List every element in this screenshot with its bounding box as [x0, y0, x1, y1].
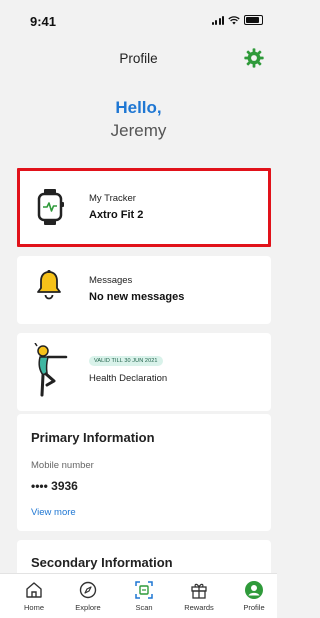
view-more-link[interactable]: View more [31, 507, 76, 518]
battery-icon [244, 15, 263, 25]
messages-label: Messages [89, 275, 133, 286]
greeting: Hello, Jeremy [0, 98, 277, 141]
profile-icon [245, 581, 263, 599]
primary-info-title: Primary Information [31, 430, 155, 445]
status-bar: 9:41 [0, 0, 277, 36]
scan-icon [135, 581, 153, 599]
nav-profile[interactable]: Profile [229, 580, 279, 612]
page-title: Profile [119, 51, 158, 66]
status-icons [211, 15, 263, 25]
health-declaration-card[interactable]: VALID TILL 30 JUN 2021 Health Declaratio… [17, 333, 271, 411]
tracker-highlight-frame [17, 168, 271, 247]
secondary-info-title: Secondary Information [31, 555, 173, 570]
gift-icon [191, 583, 207, 599]
primary-information-card: Primary Information Mobile number •••• 3… [17, 414, 271, 531]
mobile-number-value: •••• 3936 [31, 479, 78, 493]
health-label: Health Declaration [89, 373, 168, 384]
greeting-name: Jeremy [110, 121, 167, 140]
settings-gear-icon[interactable] [243, 47, 265, 69]
messages-value: No new messages [89, 291, 185, 303]
bell-icon [37, 270, 61, 300]
nav-explore-label: Explore [75, 603, 101, 612]
health-figure-icon [34, 343, 68, 397]
nav-rewards[interactable]: Rewards [174, 580, 224, 612]
nav-profile-label: Profile [243, 603, 265, 612]
status-time: 9:41 [30, 14, 57, 29]
wifi-icon [228, 15, 240, 24]
nav-scan-label: Scan [135, 603, 153, 612]
mobile-number-label: Mobile number [31, 460, 94, 471]
health-validity-badge: VALID TILL 30 JUN 2021 [89, 356, 163, 366]
compass-icon [79, 581, 97, 599]
nav-rewards-label: Rewards [184, 603, 214, 612]
greeting-hello: Hello, [115, 98, 162, 117]
nav-scan[interactable]: Scan [119, 580, 169, 612]
signal-icon [211, 15, 224, 25]
bottom-navigation: Home Explore Scan Rewards Profile [0, 573, 277, 618]
header: Profile [0, 40, 277, 76]
nav-explore[interactable]: Explore [63, 580, 113, 612]
messages-card[interactable]: Messages No new messages [17, 256, 271, 324]
nav-home-label: Home [23, 603, 44, 612]
home-icon [26, 582, 42, 598]
nav-home[interactable]: Home [9, 580, 59, 612]
